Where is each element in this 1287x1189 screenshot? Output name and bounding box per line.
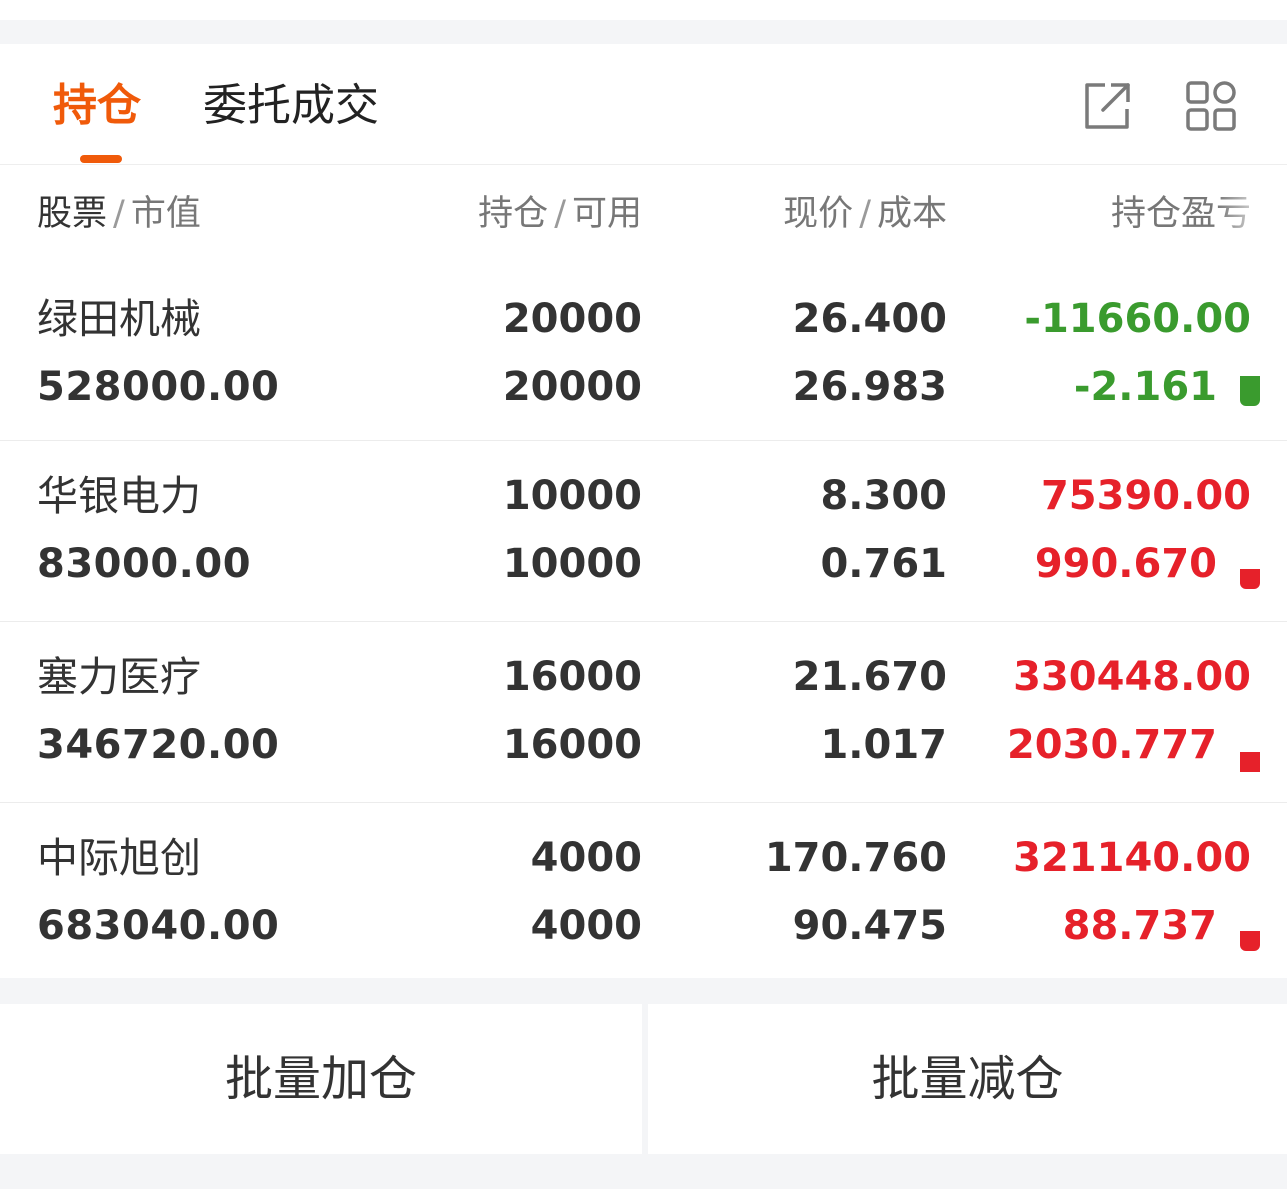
header-market-value: 市值 <box>130 194 201 234</box>
positions-panel: 持仓 委托成交 股票 / 市值 持仓 / 可用 现价 / 成本 持仓盈亏 绿田机… <box>0 44 1287 978</box>
holding-qty: 4000 <box>530 835 642 881</box>
holding-row[interactable]: 中际旭创 683040.00 4000 4000 170.760 90.475 … <box>0 803 1287 983</box>
stock-name: 中际旭创 <box>37 834 201 882</box>
market-value: 83000.00 <box>37 541 252 587</box>
tab-bar: 持仓 委托成交 <box>0 44 1287 165</box>
holding-row[interactable]: 绿田机械 528000.00 20000 20000 26.400 26.983… <box>0 264 1287 441</box>
grid-layout-icon[interactable] <box>1185 80 1237 132</box>
available-qty: 16000 <box>502 722 642 768</box>
market-value: 683040.00 <box>37 903 280 949</box>
active-tab-indicator <box>80 155 122 163</box>
stock-name: 华银电力 <box>37 472 201 520</box>
holding-qty: 10000 <box>502 473 642 519</box>
header-current-price: 现价 <box>783 194 854 234</box>
holding-row[interactable]: 塞力医疗 346720.00 16000 16000 21.670 1.017 … <box>0 622 1287 803</box>
pnl-amount: 321140.00 <box>1013 835 1251 881</box>
current-price: 21.670 <box>792 654 947 700</box>
tab-positions[interactable]: 持仓 <box>53 78 141 134</box>
gain-indicator <box>1240 931 1260 951</box>
gain-indicator <box>1240 569 1260 589</box>
row-fade <box>1227 883 1287 963</box>
pnl-percent: -2.161 <box>1073 364 1217 410</box>
cost-price: 0.761 <box>820 541 947 587</box>
cost-price: 90.475 <box>792 903 947 949</box>
header-holding: 持仓 <box>478 194 549 234</box>
pnl-percent: 88.737 <box>1062 903 1217 949</box>
current-price: 8.300 <box>820 473 947 519</box>
header-available: 可用 <box>571 194 642 234</box>
holding-qty: 16000 <box>502 654 642 700</box>
header-holding-available: 持仓 / 可用 <box>478 194 642 234</box>
batch-add-button[interactable]: 批量加仓 <box>0 1004 642 1154</box>
cost-price: 1.017 <box>820 722 947 768</box>
column-header: 股票 / 市值 持仓 / 可用 现价 / 成本 持仓盈亏 <box>0 164 1287 264</box>
header-cost: 成本 <box>876 194 947 234</box>
header-stock-market-value: 股票 / 市值 <box>37 194 201 234</box>
row-fade <box>1227 521 1287 601</box>
pnl-percent: 2030.777 <box>1006 722 1217 768</box>
pnl-amount: 75390.00 <box>1040 473 1251 519</box>
holding-row[interactable]: 华银电力 83000.00 10000 10000 8.300 0.761 75… <box>0 441 1287 622</box>
gain-indicator <box>1240 752 1260 772</box>
market-value: 346720.00 <box>37 722 280 768</box>
available-qty: 10000 <box>502 541 642 587</box>
tab-orders-trades[interactable]: 委托成交 <box>203 78 379 134</box>
pnl-amount: -11660.00 <box>1024 296 1251 342</box>
available-qty: 20000 <box>502 364 642 410</box>
action-bar: 批量加仓 批量减仓 <box>0 1004 1287 1154</box>
cost-price: 26.983 <box>792 364 947 410</box>
holding-qty: 20000 <box>502 296 642 342</box>
stock-name: 绿田机械 <box>37 295 201 343</box>
market-value: 528000.00 <box>37 364 280 410</box>
top-strip <box>0 0 1287 20</box>
loss-indicator <box>1240 376 1260 406</box>
external-link-icon[interactable] <box>1081 80 1133 132</box>
current-price: 26.400 <box>792 296 947 342</box>
holdings-list: 绿田机械 528000.00 20000 20000 26.400 26.983… <box>0 264 1287 983</box>
header-fade <box>1217 182 1287 242</box>
header-price-cost: 现价 / 成本 <box>783 194 947 234</box>
pnl-amount: 330448.00 <box>1013 654 1251 700</box>
stock-name: 塞力医疗 <box>37 653 201 701</box>
batch-reduce-button[interactable]: 批量减仓 <box>648 1004 1287 1154</box>
header-stock: 股票 <box>37 194 108 234</box>
pnl-percent: 990.670 <box>1034 541 1217 587</box>
current-price: 170.760 <box>764 835 947 881</box>
available-qty: 4000 <box>530 903 642 949</box>
